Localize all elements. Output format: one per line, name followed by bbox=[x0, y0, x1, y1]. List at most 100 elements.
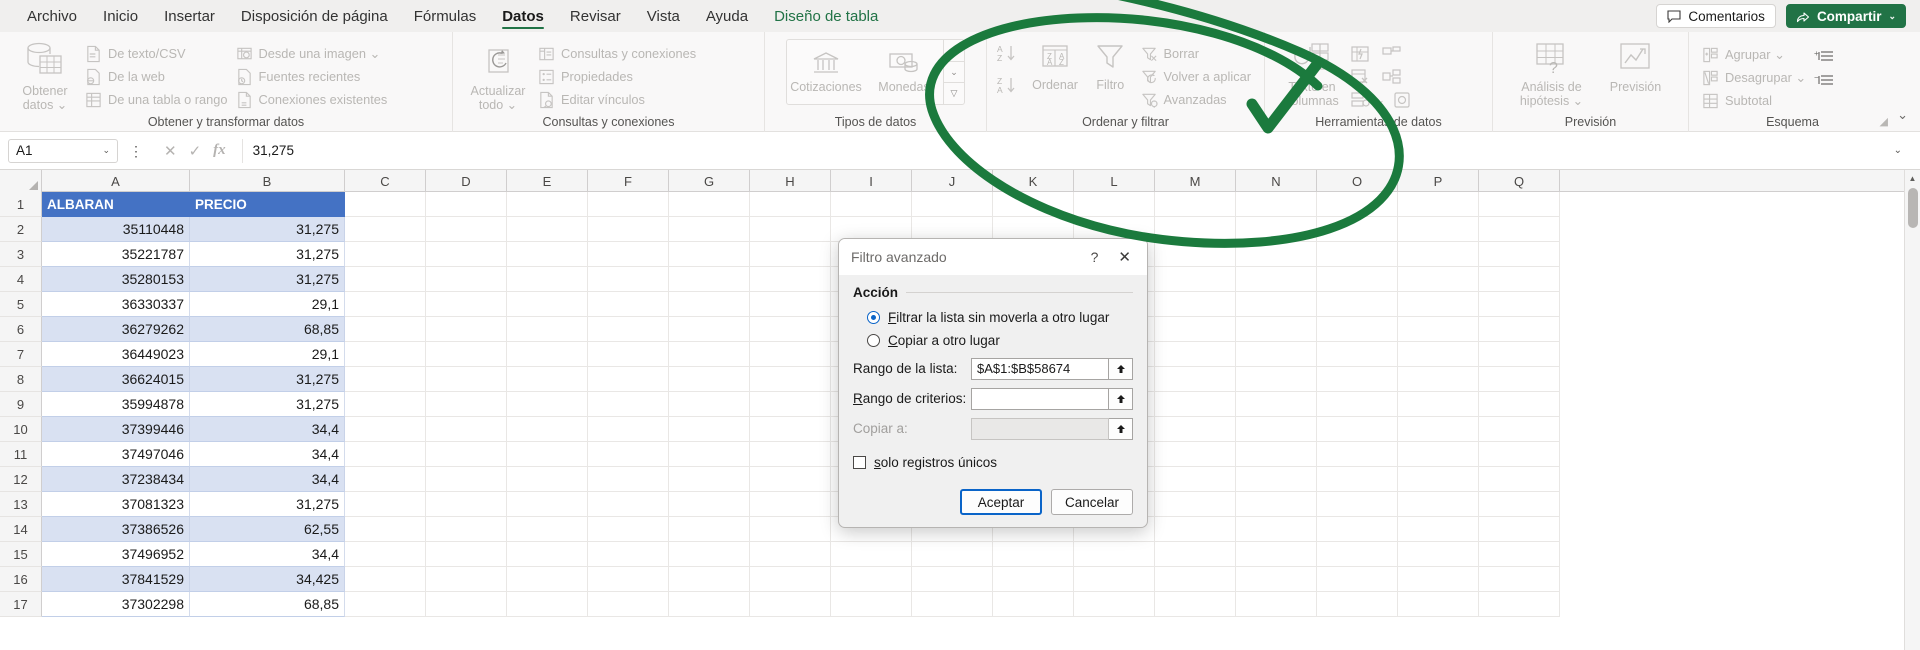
cell-O15[interactable] bbox=[1317, 542, 1398, 567]
cell-C8[interactable] bbox=[345, 367, 426, 392]
cell-J17[interactable] bbox=[912, 592, 993, 617]
cell-Q15[interactable] bbox=[1479, 542, 1560, 567]
cell-G6[interactable] bbox=[669, 317, 750, 342]
cell-H12[interactable] bbox=[750, 467, 831, 492]
dialog-help-icon[interactable]: ? bbox=[1079, 249, 1111, 265]
cell-D17[interactable] bbox=[426, 592, 507, 617]
sort-ascending-button[interactable]: A Z bbox=[996, 43, 1022, 63]
column-header-B[interactable]: B bbox=[190, 170, 345, 192]
cell-A11[interactable]: 37497046 bbox=[42, 442, 190, 467]
cell-N7[interactable] bbox=[1236, 342, 1317, 367]
cell-H11[interactable] bbox=[750, 442, 831, 467]
remove-duplicates-icon[interactable] bbox=[1350, 68, 1370, 86]
ribbon-tab-archivo[interactable]: Archivo bbox=[14, 0, 90, 32]
cell-C17[interactable] bbox=[345, 592, 426, 617]
cell-G2[interactable] bbox=[669, 217, 750, 242]
cell-M17[interactable] bbox=[1155, 592, 1236, 617]
forecast-sheet-button[interactable]: Previsión bbox=[1600, 37, 1672, 94]
cell-G1[interactable] bbox=[669, 192, 750, 217]
cell-M6[interactable] bbox=[1155, 317, 1236, 342]
data-validation-icon[interactable] bbox=[1350, 91, 1370, 109]
cell-B13[interactable]: 31,275 bbox=[190, 492, 345, 517]
refresh-all-button[interactable]: Actualizar todo ⌄ bbox=[462, 37, 534, 112]
gallery-down-icon[interactable]: ⌄ bbox=[944, 60, 964, 83]
select-all-corner[interactable] bbox=[0, 170, 42, 192]
cell-A6[interactable]: 36279262 bbox=[42, 317, 190, 342]
cell-F15[interactable] bbox=[588, 542, 669, 567]
sort-button[interactable]: Z A A Z Ordenar bbox=[1026, 37, 1084, 92]
column-header-H[interactable]: H bbox=[750, 170, 831, 192]
cell-F14[interactable] bbox=[588, 517, 669, 542]
cell-P15[interactable] bbox=[1398, 542, 1479, 567]
cell-A13[interactable]: 37081323 bbox=[42, 492, 190, 517]
ok-button[interactable]: Aceptar bbox=[960, 489, 1042, 515]
cell-E3[interactable] bbox=[507, 242, 588, 267]
insert-function-icon[interactable]: fx bbox=[213, 142, 226, 159]
cell-M15[interactable] bbox=[1155, 542, 1236, 567]
desagrupar-button[interactable]: Desagrupar ⌄ bbox=[1698, 66, 1810, 89]
dialog-close-icon[interactable]: ✕ bbox=[1110, 248, 1139, 266]
cell-Q1[interactable] bbox=[1479, 192, 1560, 217]
cell-B8[interactable]: 31,275 bbox=[190, 367, 345, 392]
cell-B17[interactable]: 68,85 bbox=[190, 592, 345, 617]
cell-O5[interactable] bbox=[1317, 292, 1398, 317]
cell-G5[interactable] bbox=[669, 292, 750, 317]
cell-M7[interactable] bbox=[1155, 342, 1236, 367]
ribbon-tab-disposici-n-de-p-gina[interactable]: Disposición de página bbox=[228, 0, 401, 32]
cell-G13[interactable] bbox=[669, 492, 750, 517]
row-header-7[interactable]: 7 bbox=[0, 342, 42, 367]
de-una-tabla-o-rango-button[interactable]: De una tabla o rango bbox=[81, 88, 232, 111]
cell-M13[interactable] bbox=[1155, 492, 1236, 517]
cell-A7[interactable]: 36449023 bbox=[42, 342, 190, 367]
cell-N1[interactable] bbox=[1236, 192, 1317, 217]
cell-H2[interactable] bbox=[750, 217, 831, 242]
cell-F13[interactable] bbox=[588, 492, 669, 517]
row-header-2[interactable]: 2 bbox=[0, 217, 42, 242]
cell-B5[interactable]: 29,1 bbox=[190, 292, 345, 317]
cell-D9[interactable] bbox=[426, 392, 507, 417]
cell-C3[interactable] bbox=[345, 242, 426, 267]
cell-H10[interactable] bbox=[750, 417, 831, 442]
cell-L1[interactable] bbox=[1074, 192, 1155, 217]
cell-E6[interactable] bbox=[507, 317, 588, 342]
cell-Q6[interactable] bbox=[1479, 317, 1560, 342]
cell-O6[interactable] bbox=[1317, 317, 1398, 342]
show-detail-icon[interactable]: + bbox=[1814, 49, 1834, 64]
cell-G15[interactable] bbox=[669, 542, 750, 567]
cell-P10[interactable] bbox=[1398, 417, 1479, 442]
cell-N6[interactable] bbox=[1236, 317, 1317, 342]
cell-C1[interactable] bbox=[345, 192, 426, 217]
row-header-6[interactable]: 6 bbox=[0, 317, 42, 342]
cell-K15[interactable] bbox=[993, 542, 1074, 567]
cell-N12[interactable] bbox=[1236, 467, 1317, 492]
hide-detail-icon[interactable]: − bbox=[1814, 73, 1834, 88]
cell-Q11[interactable] bbox=[1479, 442, 1560, 467]
cell-M11[interactable] bbox=[1155, 442, 1236, 467]
cell-B6[interactable]: 68,85 bbox=[190, 317, 345, 342]
cell-Q5[interactable] bbox=[1479, 292, 1560, 317]
cell-H13[interactable] bbox=[750, 492, 831, 517]
cell-Q17[interactable] bbox=[1479, 592, 1560, 617]
cell-M1[interactable] bbox=[1155, 192, 1236, 217]
cell-P8[interactable] bbox=[1398, 367, 1479, 392]
cell-H6[interactable] bbox=[750, 317, 831, 342]
de-la-web-button[interactable]: De la web bbox=[81, 65, 232, 88]
cell-D6[interactable] bbox=[426, 317, 507, 342]
cell-E14[interactable] bbox=[507, 517, 588, 542]
cell-P4[interactable] bbox=[1398, 267, 1479, 292]
cell-D10[interactable] bbox=[426, 417, 507, 442]
conexiones-existentes-button[interactable]: Conexiones existentes bbox=[232, 88, 392, 111]
row-header-4[interactable]: 4 bbox=[0, 267, 42, 292]
cell-E7[interactable] bbox=[507, 342, 588, 367]
radio-filter-in-place-row[interactable]: Filtrar la lista sin moverla a otro luga… bbox=[853, 306, 1133, 329]
cell-D7[interactable] bbox=[426, 342, 507, 367]
data-types-gallery[interactable]: Cotizaciones Monedas ⌃ ⌄ ▽ bbox=[786, 39, 965, 105]
cell-I1[interactable] bbox=[831, 192, 912, 217]
column-header-C[interactable]: C bbox=[345, 170, 426, 192]
rango-de-criterios-input[interactable] bbox=[971, 387, 1109, 410]
cell-H3[interactable] bbox=[750, 242, 831, 267]
vertical-scrollbar[interactable]: ▲ bbox=[1904, 170, 1920, 650]
cell-Q12[interactable] bbox=[1479, 467, 1560, 492]
ribbon-tab-ayuda[interactable]: Ayuda bbox=[693, 0, 761, 32]
cell-M16[interactable] bbox=[1155, 567, 1236, 592]
